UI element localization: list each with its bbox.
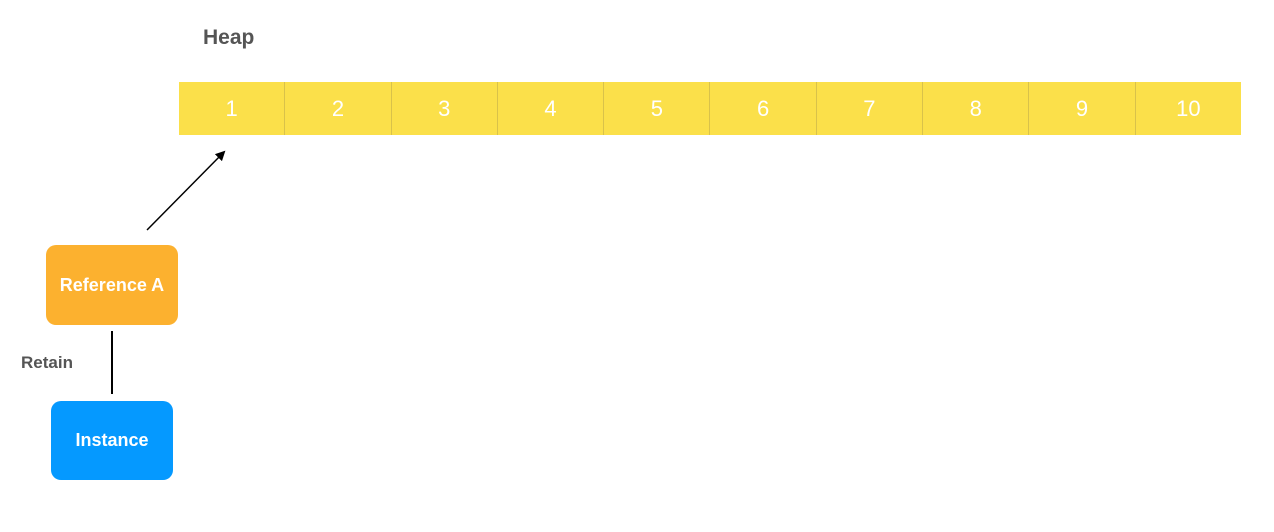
instance-box: Instance <box>51 401 173 480</box>
instance-label: Instance <box>75 430 149 450</box>
diagram-canvas: Heap 1 2 3 4 5 6 7 8 9 10 Reference A Retain Inst… <box>0 0 1274 532</box>
reference-a-box: Reference A <box>46 245 178 325</box>
connector-lines <box>111 150 226 394</box>
pointer-arrow <box>146 150 226 231</box>
reference-a-label: Reference A <box>59 274 165 295</box>
retain-label: Retain <box>21 353 73 372</box>
